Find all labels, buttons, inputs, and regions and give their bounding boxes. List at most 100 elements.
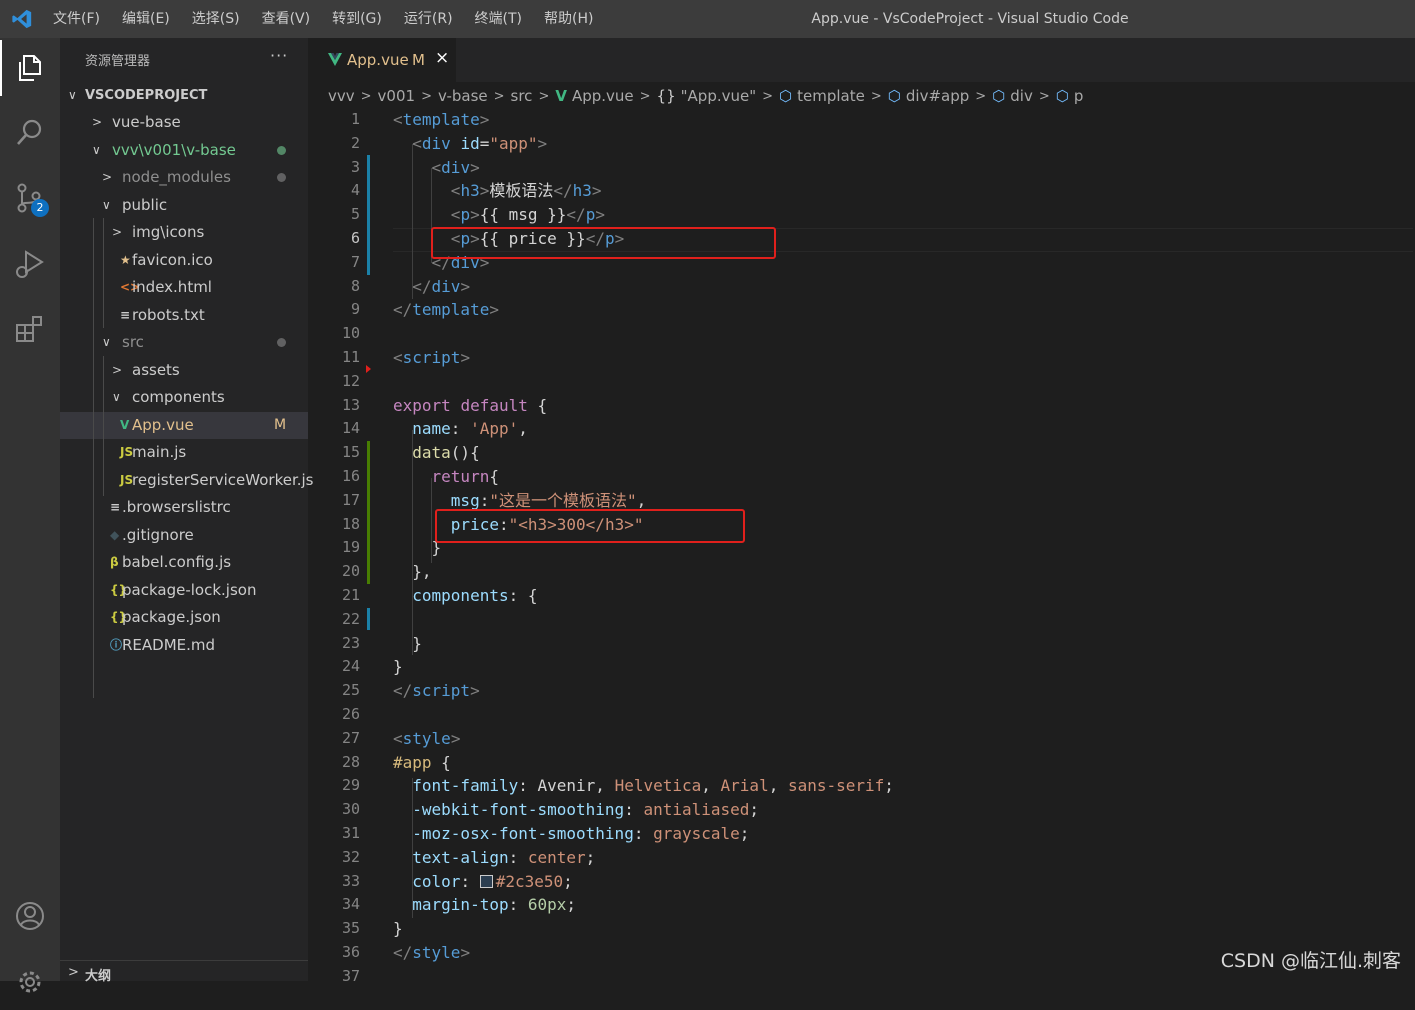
- breadcrumb-item[interactable]: p: [1074, 87, 1084, 105]
- code-token: "app": [489, 133, 538, 153]
- breadcrumb-item[interactable]: v001: [378, 87, 416, 105]
- menu-item[interactable]: 查看(V): [262, 0, 311, 38]
- code-token: default: [460, 395, 528, 415]
- line-number: 27: [341, 728, 360, 747]
- breadcrumb-item[interactable]: v-base: [438, 87, 488, 105]
- tree-item[interactable]: ★ favicon.ico: [60, 247, 308, 274]
- tree-item[interactable]: > assets: [60, 357, 308, 384]
- tree-item[interactable]: JS main.js: [60, 439, 308, 466]
- line-number: 16: [341, 467, 360, 485]
- chevron-right-icon: >: [639, 88, 651, 104]
- code-token: color: [412, 871, 461, 891]
- line-number: 19: [341, 538, 360, 557]
- breadcrumb-item[interactable]: src: [511, 87, 533, 105]
- source-control-icon[interactable]: [0, 170, 60, 226]
- code-token: >: [479, 110, 490, 129]
- menu-item[interactable]: 选择(S): [192, 0, 240, 38]
- breadcrumb-item[interactable]: "App.vue": [681, 87, 756, 105]
- code-token: -moz-osx-font-smoothing: [412, 824, 634, 843]
- tree-item[interactable]: ◆ .gitignore: [60, 522, 308, 549]
- vue-file-icon: V: [555, 87, 567, 105]
- search-icon[interactable]: [0, 104, 60, 160]
- more-actions-icon[interactable]: ···: [270, 46, 288, 65]
- breadcrumb-item[interactable]: div: [1010, 87, 1033, 105]
- code-token: "这是一个模板语法": [489, 490, 637, 510]
- code-token: }: [393, 657, 403, 677]
- code-token: antialiased: [643, 800, 750, 820]
- code-token: style: [412, 943, 461, 962]
- tree-item[interactable]: > img\icons: [60, 219, 308, 246]
- explorer-icon[interactable]: [0, 40, 60, 96]
- settings-gear-icon[interactable]: [0, 954, 60, 1010]
- line-number: 15: [341, 443, 360, 462]
- breadcrumb-item[interactable]: template: [797, 87, 865, 105]
- code-token: h3: [572, 181, 592, 201]
- code-token: :: [624, 800, 644, 820]
- tree-item[interactable]: β babel.config.js: [60, 549, 308, 576]
- code-line: name: 'App',: [393, 417, 528, 441]
- code-token: 60px: [527, 895, 567, 915]
- account-icon[interactable]: [0, 888, 60, 944]
- highlight-box: [435, 509, 745, 543]
- tree-item[interactable]: > vue-base: [60, 109, 308, 136]
- menu-item[interactable]: 编辑(E): [122, 0, 170, 38]
- code-token: :: [508, 895, 528, 915]
- code-token: ;: [884, 776, 894, 796]
- tree-item[interactable]: V App.vue M: [60, 411, 308, 439]
- code-token: </: [393, 681, 413, 701]
- code-token: name: [412, 419, 451, 439]
- tree-item[interactable]: ≡ .browserslistrc: [60, 494, 308, 521]
- code-token: <: [393, 728, 403, 748]
- tree-item[interactable]: ∨ vvv\v001\v-base: [60, 137, 308, 164]
- tree-item[interactable]: > node_modules: [60, 164, 308, 191]
- outline-section[interactable]: > 大纲: [60, 960, 308, 984]
- code-token: #app: [393, 752, 432, 772]
- code-token: </: [393, 943, 413, 962]
- menu-item[interactable]: 运行(R): [404, 0, 453, 38]
- breadcrumb-item[interactable]: vvv: [328, 87, 355, 105]
- code-token: >: [470, 681, 480, 701]
- extensions-icon[interactable]: [0, 300, 60, 356]
- explorer-header: 资源管理器: [85, 54, 151, 69]
- code-token: }: [393, 633, 422, 653]
- code-token: ,: [701, 776, 721, 796]
- code-editor[interactable]: 1 <template> 2 <div id="app"> 3 <div> 4 <h3>…: [308, 108, 1415, 985]
- tree-item[interactable]: ⓘ README.md: [60, 632, 308, 659]
- gutter-deleted-marker: [366, 365, 371, 373]
- tab-app-vue[interactable]: App.vue M ×: [308, 38, 456, 82]
- code-token: components: [412, 586, 509, 605]
- breadcrumb-item[interactable]: div#app: [906, 87, 969, 105]
- code-token: <: [450, 181, 461, 201]
- code-token: sans-serif: [787, 776, 885, 796]
- tree-item[interactable]: ∨ public: [60, 192, 308, 219]
- line-number: 30: [341, 800, 360, 819]
- code-token: text-align: [412, 847, 509, 867]
- tree-item[interactable]: ∨ src: [60, 329, 308, 356]
- code-token: {{ msg }}: [479, 205, 567, 225]
- workspace-root[interactable]: ∨ VSCODEPROJECT: [60, 82, 308, 109]
- code-line: }: [393, 655, 403, 679]
- tree-item[interactable]: <> index.html: [60, 274, 308, 301]
- chevron-right-icon: >: [360, 88, 372, 104]
- tree-item[interactable]: ∨ components: [60, 384, 308, 411]
- tree-item-label: components: [132, 388, 225, 406]
- tree-item[interactable]: ≡ robots.txt: [60, 302, 308, 329]
- menu-item[interactable]: 终端(T): [475, 0, 522, 38]
- run-debug-icon[interactable]: [0, 236, 60, 292]
- menu-item[interactable]: 文件(F): [53, 0, 100, 38]
- breadcrumb-item[interactable]: App.vue: [572, 87, 634, 105]
- code-line: -webkit-font-smoothing: antialiased;: [393, 798, 759, 822]
- code-token: ;: [585, 847, 596, 867]
- tree-item[interactable]: {} package-lock.json: [60, 577, 308, 604]
- tree-item[interactable]: {} package.json: [60, 604, 308, 631]
- code-line: },: [393, 560, 431, 584]
- close-icon[interactable]: ×: [435, 48, 449, 68]
- chevron-down-icon: ∨: [102, 197, 111, 212]
- tab-modified-flag: M: [412, 51, 425, 69]
- tree-item[interactable]: JS registerServiceWorker.js: [60, 467, 314, 494]
- chevron-right-icon: >: [870, 88, 882, 104]
- menu-item[interactable]: 帮助(H): [544, 0, 593, 38]
- menu-item[interactable]: 转到(G): [332, 0, 382, 38]
- color-swatch-icon[interactable]: [479, 874, 493, 888]
